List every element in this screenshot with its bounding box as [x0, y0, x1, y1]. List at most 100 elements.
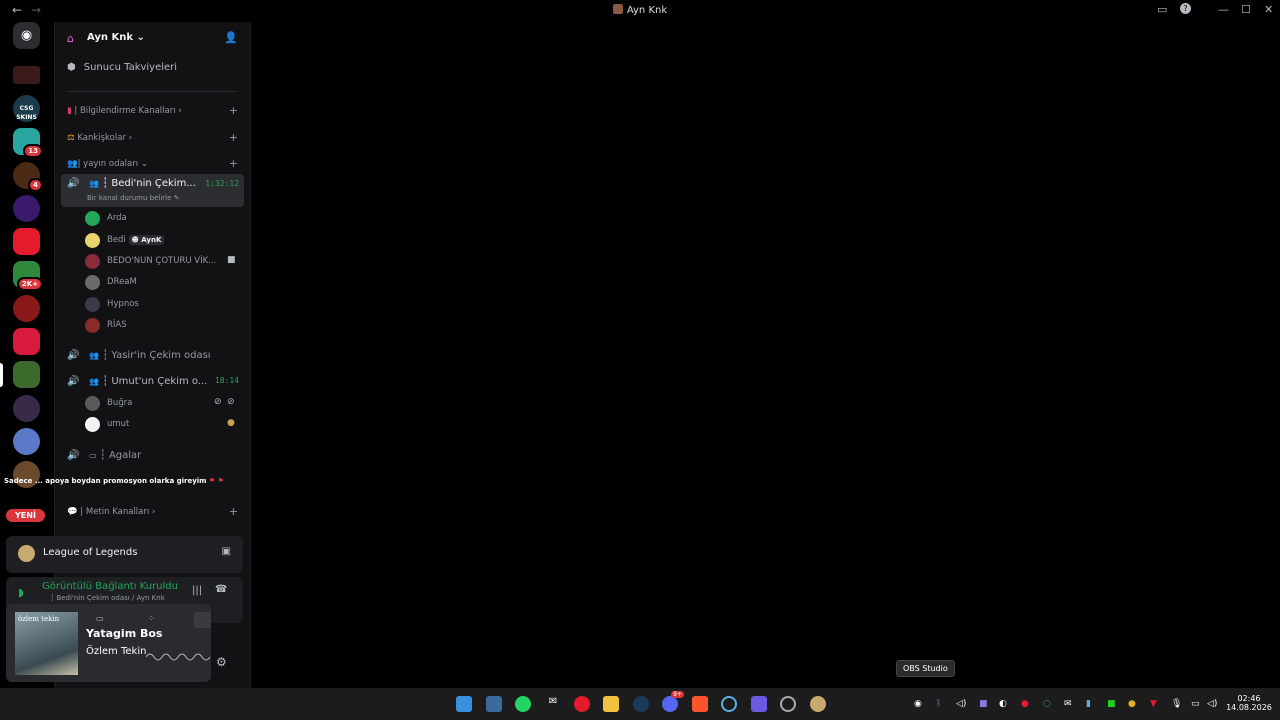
- voice-channel-agalar[interactable]: 🔊 ▭ ┆ Agalar: [61, 446, 244, 464]
- discord-tray-icon[interactable]: ■: [979, 699, 988, 709]
- add-channel-icon[interactable]: +: [229, 104, 238, 117]
- people-icon: 👥: [89, 377, 99, 386]
- activity-icon: ●: [227, 418, 235, 428]
- maximize-icon[interactable]: ☐: [1241, 3, 1251, 16]
- tray-mail-icon[interactable]: ✉: [1064, 699, 1072, 709]
- inbox-icon[interactable]: ▭: [1157, 3, 1167, 16]
- add-channel-icon[interactable]: +: [229, 131, 238, 144]
- voice-channel-bedi[interactable]: 🔊 👥 ┆ Bedi'nin Çekim... 1:32:12 Bir kana…: [61, 174, 244, 207]
- clock[interactable]: 02:46 14.08.2026: [1226, 694, 1272, 712]
- volume-icon[interactable]: ◁): [1207, 699, 1217, 709]
- connection-status[interactable]: Görüntülü Bağlantı Kuruldu: [42, 581, 178, 592]
- category-kankiskolar[interactable]: ⚖ Kankişkolar ›: [67, 133, 132, 143]
- ayn-knk-guild-icon[interactable]: [13, 361, 40, 388]
- channel-status[interactable]: Bir kanal durumu belirle ✎: [87, 194, 180, 202]
- guild-icon-5[interactable]: 2K+: [13, 261, 43, 291]
- signal-icon: ◗: [18, 586, 24, 599]
- server-boosts[interactable]: ⬢ Sunucu Takviyeleri: [67, 62, 177, 73]
- promo-tooltip: Sadece ... apoya boydan promosyon olarka…: [4, 477, 224, 485]
- help-icon[interactable]: ?: [1180, 3, 1191, 14]
- category-bilgilendirme[interactable]: ▮ | Bilgilendirme Kanalları ›: [67, 106, 182, 116]
- guild-icon-8[interactable]: [13, 395, 40, 422]
- add-member-icon[interactable]: 👤: [224, 31, 238, 44]
- music-player[interactable]: özlem tekin ▭ ⁘ Yatagim Bos Özlem Tekin: [6, 604, 211, 682]
- nvidia-icon[interactable]: ■: [1107, 699, 1116, 709]
- chrome-tray-icon[interactable]: ●: [1128, 699, 1136, 709]
- avatar: [85, 318, 100, 333]
- csgo-skins-guild-icon[interactable]: CSG SKINS: [13, 95, 40, 122]
- guild-icon-2[interactable]: 13: [13, 128, 43, 158]
- guild-icon-4[interactable]: [13, 195, 40, 222]
- network-icon[interactable]: ▭: [1191, 699, 1200, 709]
- widgets-icon[interactable]: [486, 696, 502, 712]
- connection-channel[interactable]: ┆ Bedi'nin Çekim odası / Ayn Knk: [50, 594, 165, 602]
- server-header[interactable]: ⌂ Ayn Knk ⌄ 👤: [55, 22, 250, 56]
- add-channel-icon[interactable]: +: [229, 505, 238, 518]
- file-explorer-icon[interactable]: [603, 696, 619, 712]
- voice-channel-umut[interactable]: 🔊 👥 ┆ Umut'un Çekim o... 18:14: [61, 372, 244, 390]
- guild-icon-9[interactable]: [13, 428, 40, 455]
- obs-studio-icon[interactable]: [780, 696, 796, 712]
- app-icon[interactable]: [751, 696, 767, 712]
- turkey-guild-icon[interactable]: [13, 228, 40, 255]
- avatar: [85, 254, 100, 269]
- mail-icon[interactable]: ✉: [545, 696, 561, 712]
- ccleaner-icon[interactable]: [721, 696, 737, 712]
- activity-panel: League of Legends ▣: [6, 536, 243, 573]
- channel-name: 👥 ┆ Umut'un Çekim o...: [89, 376, 208, 387]
- steam-icon[interactable]: [633, 696, 649, 712]
- new-badge[interactable]: YENİ: [6, 509, 45, 522]
- activities-icon: ⁘: [148, 614, 155, 623]
- windows-start-icon[interactable]: [456, 696, 472, 712]
- speaker-icon: 🔊: [67, 376, 80, 387]
- add-channel-icon[interactable]: +: [229, 157, 238, 170]
- divider: [67, 91, 237, 92]
- people-icon: 👥: [89, 179, 99, 188]
- mute-stream-icon: [194, 612, 211, 628]
- tray-alert-icon[interactable]: ▼: [1150, 699, 1157, 709]
- whatsapp-icon[interactable]: [515, 696, 531, 712]
- discord-taskbar-icon[interactable]: 9+: [662, 691, 684, 712]
- brave-browser-icon[interactable]: [692, 696, 708, 712]
- settings-gear-icon[interactable]: ⚙: [216, 655, 227, 669]
- league-client-icon[interactable]: [810, 696, 826, 712]
- book-icon: ▮: [67, 106, 72, 116]
- tray-app-icon[interactable]: ○: [1043, 699, 1051, 709]
- tray-app-icon[interactable]: ●: [1021, 699, 1029, 709]
- close-icon[interactable]: ✕: [1264, 3, 1273, 16]
- screen-share-icon[interactable]: ▣: [222, 546, 231, 557]
- call-timer: 18:14: [214, 376, 239, 385]
- guild-icon-1[interactable]: [13, 66, 40, 84]
- username: Bedi ☻ AynK: [107, 235, 165, 245]
- bluetooth-icon[interactable]: ᛒ: [936, 699, 941, 709]
- category-yayin-odalari[interactable]: 👥| yayın odaları ⌄: [67, 159, 148, 169]
- category-metin-kanallari[interactable]: 💬 | Metin Kanalları ›: [67, 507, 155, 517]
- youtube-music-icon[interactable]: [574, 696, 590, 712]
- server-name[interactable]: Ayn Knk ⌄: [87, 32, 145, 43]
- minimize-icon[interactable]: —: [1218, 3, 1229, 16]
- song-artist: Özlem Tekin: [86, 646, 147, 657]
- battery-icon[interactable]: ▮: [1086, 699, 1091, 709]
- scale-icon: ⚖: [67, 133, 75, 143]
- speaker-icon: 🔊: [67, 350, 80, 361]
- voice-channel-yasir[interactable]: 🔊 👥 ┆ Yasir'in Çekim odası: [61, 346, 244, 364]
- discord-home-icon[interactable]: ◉: [13, 22, 40, 49]
- audio-icon[interactable]: ◁): [956, 699, 966, 709]
- steam-tray-icon[interactable]: ◐: [999, 699, 1007, 709]
- avatar: [85, 233, 100, 248]
- waveform-icon: [146, 653, 211, 661]
- avatar: [85, 211, 100, 226]
- avatar: [85, 297, 100, 312]
- guild-icon-3[interactable]: 4: [13, 162, 43, 192]
- deafened-icon: ⊘: [227, 397, 235, 407]
- pencil-icon: ✎: [173, 194, 180, 202]
- guild-icon-7[interactable]: [13, 328, 40, 355]
- title-bar: ← → Ayn Knk ▭ ? — ☐ ✕: [0, 0, 1280, 22]
- selected-indicator: [0, 363, 3, 387]
- guild-icon-6[interactable]: [13, 295, 40, 322]
- microphone-icon[interactable]: 🎙: [1171, 699, 1182, 709]
- obs-tray-icon[interactable]: ◉: [914, 699, 922, 709]
- disconnect-icon[interactable]: ☎: [215, 584, 227, 595]
- soundboard-icon[interactable]: |||: [192, 585, 202, 596]
- avatar: [85, 417, 100, 432]
